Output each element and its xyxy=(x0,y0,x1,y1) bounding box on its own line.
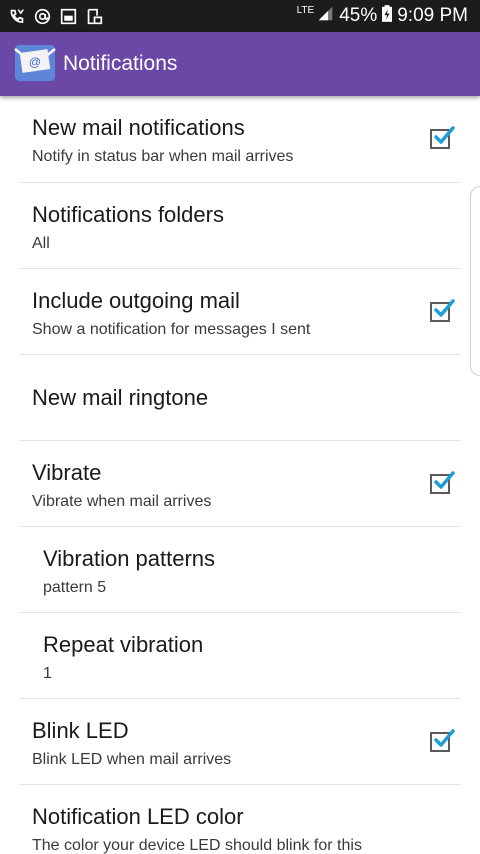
at-sign-icon xyxy=(34,8,51,25)
screenshot-icon xyxy=(86,8,103,25)
checkbox-vibrate[interactable] xyxy=(430,471,455,494)
setting-title: Notifications folders xyxy=(32,202,224,227)
setting-summary: Show a notification for messages I sent xyxy=(32,321,311,338)
clock: 9:09 PM xyxy=(397,5,468,26)
setting-new-mail-ringtone[interactable]: New mail ringtone xyxy=(20,355,460,441)
checkbox-blink-led[interactable] xyxy=(430,729,455,752)
settings-list: New mail notifications Notify in status … xyxy=(0,96,480,854)
setting-title: Vibration patterns xyxy=(43,546,216,571)
missed-call-icon xyxy=(8,8,25,25)
setting-summary: pattern 5 xyxy=(43,579,107,596)
setting-summary: Notify in status bar when mail arrives xyxy=(32,148,294,165)
setting-blink-led[interactable]: Blink LED Blink LED when mail arrives xyxy=(20,699,460,785)
setting-summary: The color your device LED should blink f… xyxy=(32,837,362,854)
gallery-icon xyxy=(60,8,77,25)
checkbox-include-outgoing-mail[interactable] xyxy=(430,299,455,322)
setting-include-outgoing-mail[interactable]: Include outgoing mail Show a notificatio… xyxy=(20,269,460,355)
setting-title: New mail notifications xyxy=(32,115,245,140)
battery-icon xyxy=(382,4,393,28)
setting-new-mail-notifications[interactable]: New mail notifications Notify in status … xyxy=(20,96,460,183)
setting-vibration-patterns[interactable]: Vibration patterns pattern 5 xyxy=(20,527,460,613)
setting-summary: Blink LED when mail arrives xyxy=(32,751,232,768)
setting-title: Blink LED xyxy=(32,718,129,743)
setting-notification-led-color[interactable]: Notification LED color The color your de… xyxy=(20,785,460,854)
signal-icon xyxy=(317,5,334,28)
setting-notifications-folders[interactable]: Notifications folders All xyxy=(20,183,460,269)
status-icons-right: LTE 45% 9:09 PM xyxy=(297,0,468,32)
battery-percent: 45% xyxy=(339,5,378,26)
status-bar: LTE 45% 9:09 PM xyxy=(0,0,480,32)
setting-repeat-vibration[interactable]: Repeat vibration 1 xyxy=(20,613,460,699)
setting-title: Repeat vibration xyxy=(43,632,204,657)
edge-panel-handle[interactable] xyxy=(470,186,480,376)
checkbox-new-mail-notifications[interactable] xyxy=(430,126,455,149)
setting-title: New mail ringtone xyxy=(32,385,209,410)
setting-summary: 1 xyxy=(43,665,52,682)
status-icons-left xyxy=(8,6,103,26)
app-bar: @ Notifications xyxy=(0,32,480,96)
setting-summary: All xyxy=(32,235,50,252)
svg-text:@: @ xyxy=(29,55,41,69)
network-type-label: LTE xyxy=(296,5,315,16)
setting-title: Notification LED color xyxy=(32,804,244,829)
page-title: Notifications xyxy=(63,52,178,75)
setting-title: Vibrate xyxy=(32,460,102,485)
setting-title: Include outgoing mail xyxy=(32,288,240,313)
mail-app-icon[interactable]: @ xyxy=(13,41,57,85)
setting-summary: Vibrate when mail arrives xyxy=(32,493,212,510)
setting-vibrate[interactable]: Vibrate Vibrate when mail arrives xyxy=(20,441,460,527)
